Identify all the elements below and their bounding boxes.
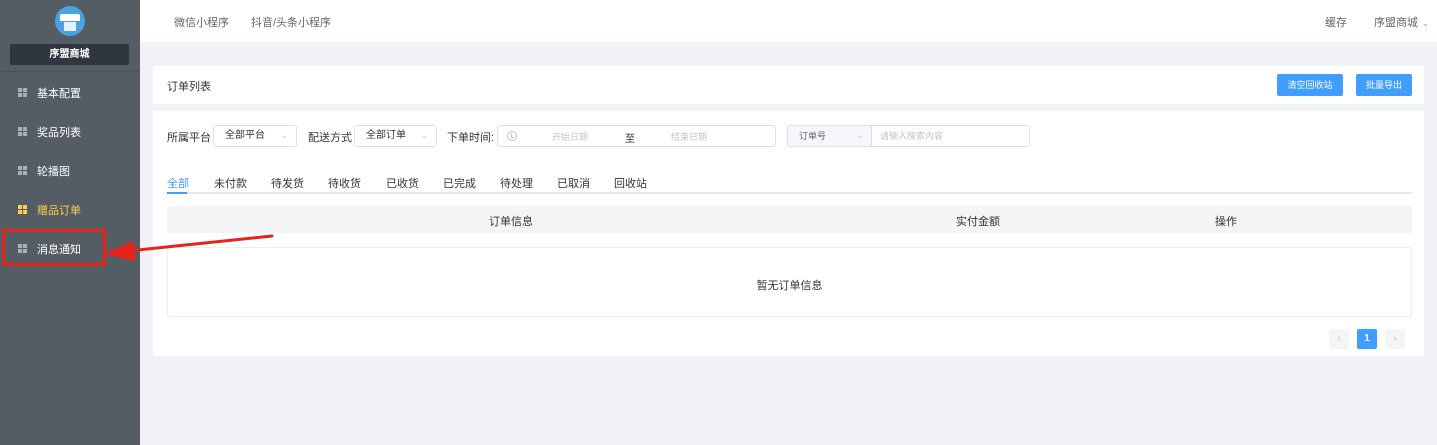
order-list-header: 订单列表 清空回收站 批量导出 bbox=[153, 66, 1424, 104]
grid-icon bbox=[18, 88, 27, 97]
sidebar-item-label: 奖品列表 bbox=[37, 126, 81, 139]
search-input[interactable] bbox=[872, 126, 1028, 146]
grid-icon bbox=[18, 127, 27, 136]
page-number-current[interactable]: 1 bbox=[1357, 329, 1377, 349]
clock-icon bbox=[507, 131, 517, 141]
sidebar-item-gift-orders[interactable]: 赠品订单 bbox=[0, 190, 140, 229]
start-date-input[interactable]: 开始日期 bbox=[552, 130, 588, 143]
order-list-card: 所属平台 全部平台 ⌄ 配送方式 全部订单 ⌄ 下单时间: 开始日期 至 结束日… bbox=[153, 111, 1424, 356]
tab-completed[interactable]: 已完成 bbox=[443, 175, 476, 191]
sidebar-item-basic-config[interactable]: 基本配置 bbox=[0, 73, 140, 112]
search-type-select[interactable]: 订单号 ⌄ bbox=[788, 126, 872, 146]
tab-all[interactable]: 全部 bbox=[167, 175, 189, 191]
end-date-input[interactable]: 结束日期 bbox=[671, 130, 707, 143]
page-title: 订单列表 bbox=[167, 81, 211, 93]
tab-pending[interactable]: 待处理 bbox=[500, 175, 533, 191]
chevron-down-icon: ⌄ bbox=[856, 131, 863, 140]
topbar: 微信小程序 抖音/头条小程序 缓存 序盟商城 ⌄ bbox=[140, 0, 1437, 42]
table-header: 订单信息 实付金额 操作 bbox=[167, 206, 1412, 233]
sidebar-item-carousel[interactable]: 轮播图 bbox=[0, 151, 140, 190]
tab-recycle-bin[interactable]: 回收站 bbox=[614, 175, 647, 191]
brand: 序盟商城 bbox=[0, 0, 140, 72]
tab-received[interactable]: 已收货 bbox=[386, 175, 419, 191]
active-tab-indicator bbox=[167, 192, 187, 194]
annotation-highlight-box bbox=[2, 229, 106, 266]
tab-unpaid[interactable]: 未付款 bbox=[214, 175, 247, 191]
next-page-button[interactable]: › bbox=[1385, 329, 1405, 349]
chevron-down-icon: ⌄ bbox=[281, 131, 288, 140]
column-actions: 操作 bbox=[1215, 216, 1237, 228]
sidebar-item-label: 基本配置 bbox=[37, 87, 81, 100]
tab-wechat-miniprogram[interactable]: 微信小程序 bbox=[174, 14, 229, 30]
empty-message: 暂无订单信息 bbox=[756, 280, 823, 292]
grid-icon bbox=[18, 205, 27, 214]
sidebar-item-label: 轮播图 bbox=[37, 165, 70, 178]
status-tabs: 全部 未付款 待发货 待收货 已收货 已完成 待处理 已取消 回收站 bbox=[167, 168, 1412, 194]
batch-export-button[interactable]: 批量导出 bbox=[1356, 74, 1412, 96]
store-logo-icon bbox=[55, 6, 85, 36]
chevron-down-icon: ⌄ bbox=[1422, 19, 1429, 28]
sidebar-item-label: 赠品订单 bbox=[37, 204, 81, 217]
user-name: 序盟商城 bbox=[1374, 17, 1418, 29]
tab-cancelled[interactable]: 已取消 bbox=[557, 175, 590, 191]
date-range-picker[interactable]: 开始日期 至 结束日期 bbox=[497, 125, 776, 147]
platform-label: 所属平台 bbox=[167, 132, 211, 144]
tab-to-ship[interactable]: 待发货 bbox=[271, 175, 304, 191]
tab-to-receive[interactable]: 待收货 bbox=[328, 175, 361, 191]
order-time-label: 下单时间: bbox=[447, 132, 495, 144]
user-dropdown[interactable]: 序盟商城 ⌄ bbox=[1374, 14, 1429, 30]
platform-select[interactable]: 全部平台 ⌄ bbox=[213, 125, 297, 147]
tab-douyin-miniprogram[interactable]: 抖音/头条小程序 bbox=[251, 14, 331, 30]
delivery-select[interactable]: 全部订单 ⌄ bbox=[354, 125, 437, 147]
column-paid-amount: 实付金额 bbox=[956, 216, 1000, 228]
search-type-value: 订单号 bbox=[799, 131, 827, 141]
chevron-down-icon: ⌄ bbox=[421, 131, 428, 140]
sidebar: 序盟商城 基本配置 奖品列表 轮播图 赠品订单 消息通知 bbox=[0, 0, 140, 445]
grid-icon bbox=[18, 166, 27, 175]
sidebar-item-prize-list[interactable]: 奖品列表 bbox=[0, 112, 140, 151]
clear-recycle-button[interactable]: 清空回收站 bbox=[1277, 74, 1343, 96]
prev-page-button[interactable]: ‹ bbox=[1329, 329, 1349, 349]
delivery-label: 配送方式 bbox=[308, 132, 352, 144]
date-separator: 至 bbox=[625, 134, 635, 145]
cache-link[interactable]: 缓存 bbox=[1325, 14, 1347, 30]
empty-state: 暂无订单信息 bbox=[167, 247, 1412, 317]
platform-select-value: 全部平台 bbox=[225, 130, 265, 141]
column-order-info: 订单信息 bbox=[489, 216, 533, 228]
delivery-select-value: 全部订单 bbox=[366, 130, 406, 141]
search-group: 订单号 ⌄ bbox=[787, 125, 1030, 147]
brand-name: 序盟商城 bbox=[10, 44, 129, 65]
